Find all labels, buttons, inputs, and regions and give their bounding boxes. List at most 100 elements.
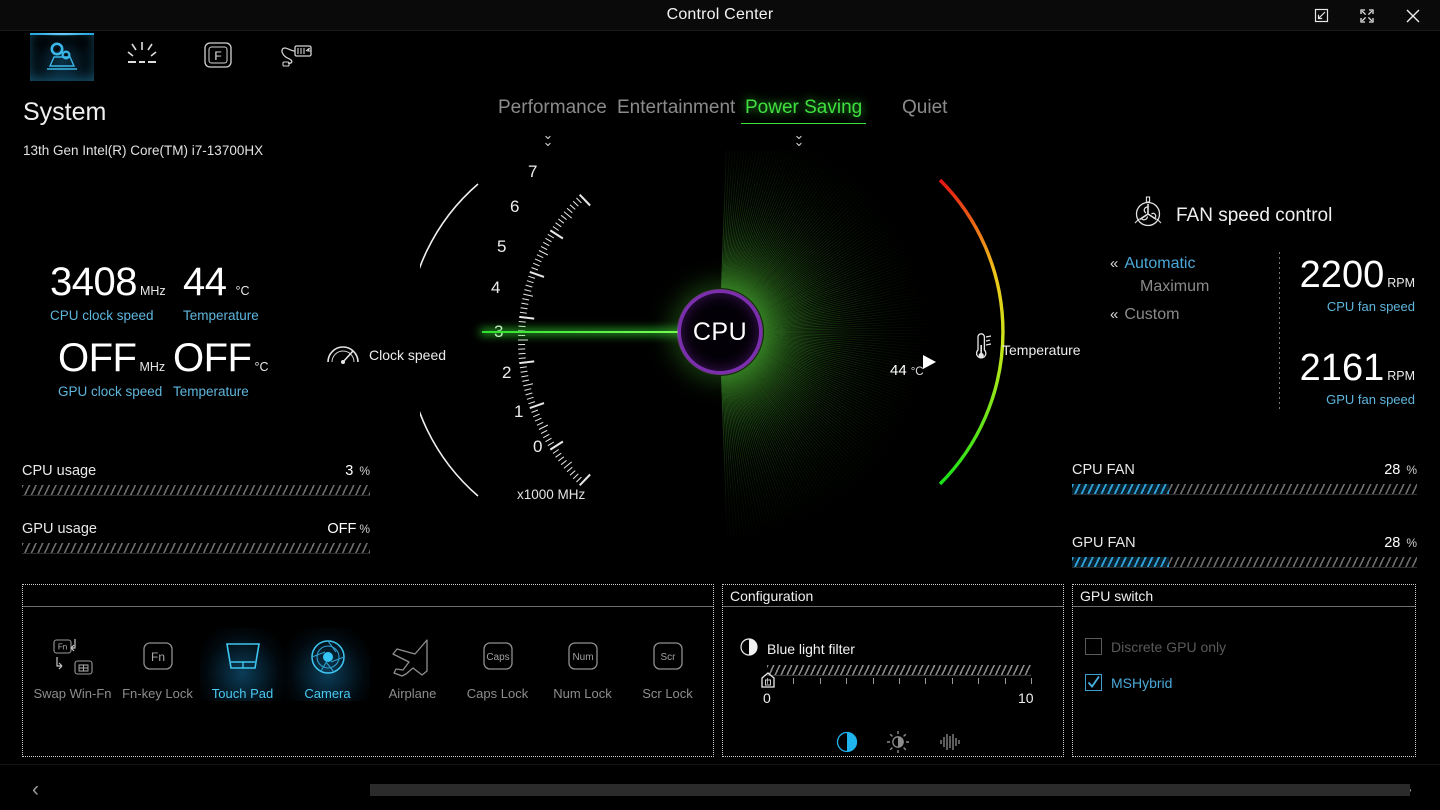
temperature-marker: 44 °C — [890, 362, 924, 379]
cpu-fan-speed-label: CPU fan speed — [1326, 299, 1415, 314]
maximize-window-button[interactable] — [1344, 0, 1390, 31]
gauge-scale-0: 0 — [533, 437, 543, 456]
cpu-fan-bar-block: CPU FAN 28% — [1072, 462, 1417, 495]
tab-keyboard-backlight[interactable] — [110, 33, 174, 81]
gpu-option-discrete[interactable]: Discrete GPU only — [1085, 638, 1226, 655]
fan-divider — [1279, 252, 1280, 410]
keys-panel-header — [23, 585, 713, 607]
tab-system[interactable] — [30, 33, 94, 81]
power-plug-icon — [272, 38, 316, 77]
key-fn-key-lock[interactable]: Fn Fn-key Lock — [115, 628, 200, 701]
key-airplane[interactable]: Airplane — [370, 628, 455, 701]
svg-text:Fn: Fn — [150, 650, 164, 664]
cpu-clock-speed-label: CPU clock speed — [50, 308, 154, 323]
gpu-usage-label: GPU usage — [22, 521, 97, 537]
key-toggle-row: Fn Swap Win-Fn Fn Fn-key Lock Touch Pad … — [30, 628, 710, 701]
gpu-switch-panel-title: GPU switch — [1080, 587, 1154, 604]
gauge-scale-1: 1 — [514, 402, 524, 421]
gauge-icon — [325, 340, 361, 369]
gauge-hub: CPU — [678, 290, 762, 374]
window-controls — [1298, 0, 1436, 31]
fan-mode-maximum-label: Maximum — [1140, 278, 1210, 295]
gauge-scale-2: 2 — [502, 363, 512, 382]
scr-key-icon: Scr — [625, 634, 710, 682]
fan-mode-automatic-label: Automatic — [1124, 255, 1196, 272]
gpu-fan-bar — [1072, 557, 1417, 568]
fkey-icon: F — [200, 38, 236, 77]
gpu-fan-bar-block: GPU FAN 28% — [1072, 535, 1417, 568]
blue-light-icon — [740, 638, 758, 659]
gauge-scale-6: 6 — [510, 197, 520, 216]
close-window-button[interactable] — [1390, 0, 1436, 31]
key-scr-lock[interactable]: Scr Scr Lock — [625, 628, 710, 701]
mode-entertainment[interactable]: Entertainment — [613, 97, 739, 123]
gauge-scale-5: 5 — [497, 237, 507, 256]
backlight-icon — [122, 38, 162, 77]
fan-icon — [1130, 195, 1166, 237]
temperature-legend-label: Temperature — [1002, 341, 1081, 358]
key-num-lock[interactable]: Num Num Lock — [540, 628, 625, 701]
fan-mode-automatic[interactable]: « Automatic — [1110, 255, 1195, 273]
key-num-lock-label: Num Lock — [553, 686, 612, 701]
gpu-fan-bar-label: GPU FAN — [1072, 535, 1136, 551]
mode-performance[interactable]: Performance — [494, 97, 611, 123]
temperature-legend: Temperature — [970, 333, 1081, 366]
cpu-fan-bar-fill — [1072, 484, 1169, 494]
blue-light-mode-icon[interactable] — [836, 731, 858, 758]
blue-light-filter-knob[interactable] — [761, 672, 775, 688]
fan-speed-control-header: FAN speed control — [1130, 195, 1332, 237]
svg-text:Caps: Caps — [486, 652, 509, 663]
brightness-mode-icon[interactable] — [886, 730, 910, 759]
mode-power-saving[interactable]: Power Saving — [741, 97, 867, 124]
horizontal-scrollbar[interactable] — [370, 784, 1410, 796]
cpu-fan-bar-unit: % — [1406, 463, 1417, 477]
checkbox-checked-icon — [1085, 674, 1102, 691]
gpu-usage-block: GPU usage OFF% — [22, 521, 370, 554]
mode-selector: Performance Entertainment Power Saving Q… — [480, 97, 960, 152]
key-scr-lock-label: Scr Lock — [642, 686, 693, 701]
fan-mode-custom[interactable]: « Custom — [1110, 306, 1179, 324]
key-touch-pad[interactable]: Touch Pad — [200, 628, 285, 701]
control-center-window: Control Center F System 13th Gen Intel(R… — [0, 0, 1440, 810]
key-touch-pad-label: Touch Pad — [211, 686, 274, 701]
gpu-fan-speed-unit: RPM — [1387, 369, 1415, 383]
fan-speed-control-title: FAN speed control — [1176, 205, 1333, 226]
temperature-marker-value: 44 — [890, 362, 907, 379]
tab-function-key[interactable]: F — [186, 33, 250, 81]
temperature-marker-unit: °C — [910, 366, 924, 378]
main-toolbar: F — [0, 31, 1440, 83]
gpu-fan-bar-unit: % — [1406, 536, 1417, 550]
checkbox-unchecked-icon — [1085, 638, 1102, 655]
gpu-clock-speed-unit: MHz — [139, 360, 166, 374]
gpu-option-mshybrid-label: MSHybrid — [1111, 674, 1173, 691]
gauge-scale-7: 7 — [528, 162, 538, 181]
key-caps-lock[interactable]: Caps Caps Lock — [455, 628, 540, 701]
cpu-temperature-label: Temperature — [183, 308, 259, 323]
tab-power-battery[interactable] — [262, 33, 326, 81]
gpu-option-mshybrid[interactable]: MSHybrid — [1085, 674, 1172, 691]
gpu-option-discrete-label: Discrete GPU only — [1111, 638, 1227, 655]
cpu-fan-bar-label: CPU FAN — [1072, 462, 1135, 478]
cpu-fan-bar — [1072, 484, 1417, 495]
sound-mode-icon[interactable] — [938, 731, 962, 758]
cpu-temperature-unit: °C — [235, 284, 250, 298]
title-bar: Control Center — [0, 0, 1440, 31]
nav-prev-button[interactable]: ‹ — [32, 778, 39, 802]
cpu-usage-label: CPU usage — [22, 463, 97, 479]
cpu-fan-speed-readout: 2200 RPM CPU fan speed — [1295, 256, 1415, 314]
key-swap-win-fn[interactable]: Fn Swap Win-Fn — [30, 628, 115, 701]
key-camera[interactable]: Camera — [285, 628, 370, 701]
gpu-usage-unit: % — [359, 522, 370, 536]
gpu-usage-value: OFF — [327, 521, 357, 537]
configuration-panel-title: Configuration — [730, 587, 814, 604]
cpu-clock-speed-readout: 3408 MHz CPU clock speed — [50, 262, 166, 323]
fan-mode-maximum[interactable]: Maximum — [1140, 278, 1209, 296]
gpu-fan-speed-label: GPU fan speed — [1326, 392, 1415, 407]
mode-performance-chevron: ⌄ ⌄ — [542, 127, 554, 149]
blue-light-filter-slider[interactable] — [767, 665, 1031, 676]
mode-quiet[interactable]: Quiet — [898, 97, 951, 123]
cpu-usage-bar — [22, 485, 370, 496]
restore-window-button[interactable] — [1298, 0, 1344, 31]
svg-text:Scr: Scr — [660, 652, 676, 663]
cpu-temperature-value: 44 — [183, 260, 227, 304]
